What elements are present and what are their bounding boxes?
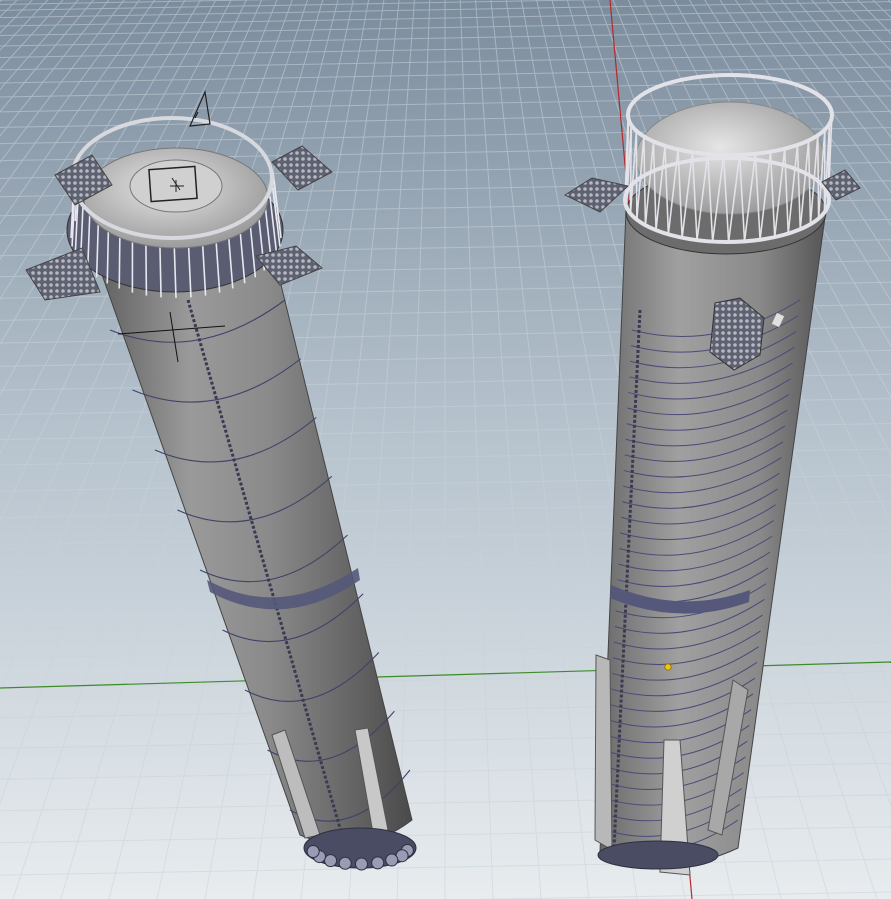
3d-viewport[interactable]: [0, 0, 891, 899]
engine-bell: [385, 853, 399, 867]
engine-bell: [355, 857, 369, 871]
engine-bell: [338, 856, 352, 870]
viewport-canvas[interactable]: [0, 0, 891, 899]
engine-bell: [306, 844, 320, 858]
engine-bell: [371, 856, 385, 870]
marker-yellow[interactable]: [664, 663, 672, 671]
booster-right-fin-1: [594, 654, 613, 851]
truss-strut: [816, 135, 820, 219]
engine-bell: [324, 854, 338, 868]
booster-right-engine-skirt: [597, 840, 719, 870]
